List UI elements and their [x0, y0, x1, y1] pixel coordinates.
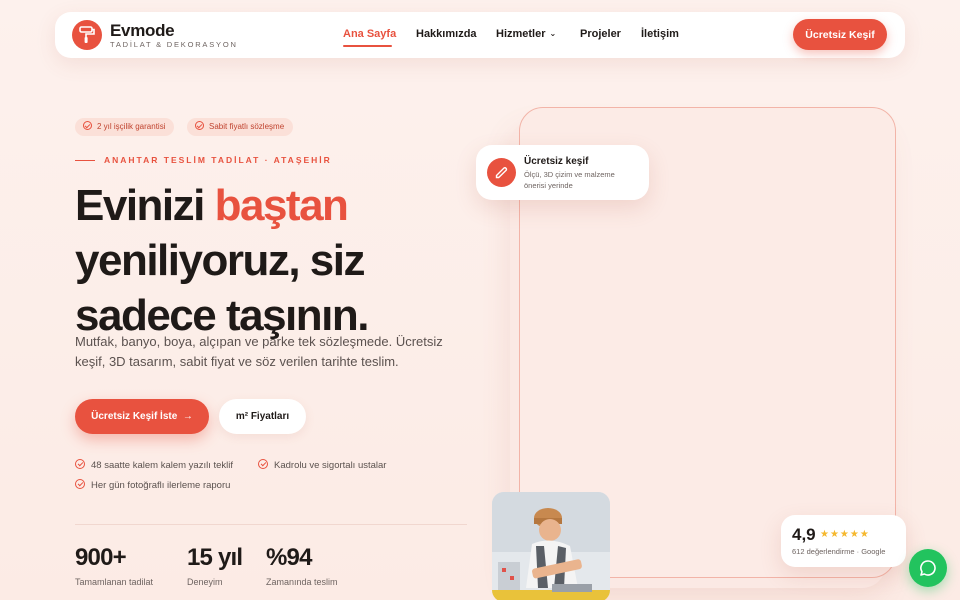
stat-value: 900+: [75, 544, 127, 571]
check-item: Her gün fotoğraflı ilerleme raporu: [75, 479, 230, 491]
check-item-label: Kadrolu ve sigortalı ustalar: [274, 460, 387, 471]
free-inspection-label: Ücretsiz Keşif İste: [91, 411, 178, 422]
float-card-subtitle: Ölçü, 3D çizim ve malzeme önerisi yerind…: [524, 170, 615, 190]
check-circle-icon: [75, 479, 85, 489]
site-header: Evmode TADİLAT & DEKORASYON Ana Sayfa Ha…: [55, 12, 905, 58]
nav-active-indicator: [343, 45, 392, 47]
nav-item-services-label: Hizmetler: [496, 28, 546, 40]
check-item-label: Her gün fotoğraflı ilerleme raporu: [91, 480, 231, 491]
stat-label: Tamamlanan tadilat: [75, 577, 154, 587]
badge-warranty-label: 2 yıl işçilik garantisi: [97, 122, 166, 131]
star-rating-icon: ★★★★★: [820, 529, 870, 540]
header-cta-button[interactable]: Ücretsiz Keşif: [793, 19, 887, 50]
eyebrow-line: [75, 160, 95, 161]
nav-item-services[interactable]: Hizmetler ⌄: [496, 28, 556, 40]
hero-title: Evinizi baştan yeniliyoruz, siz sadece t…: [75, 178, 495, 343]
hero-title-part1: Evinizi: [75, 181, 215, 230]
pen-ruler-icon: [495, 167, 508, 179]
chevron-down-icon: ⌄: [549, 29, 557, 38]
check-item: 48 saatte kalem kalem yazılı teklif: [75, 459, 233, 471]
hero-title-part2: yeniliyoruz, siz: [75, 236, 365, 285]
check-circle-icon: [83, 121, 92, 130]
arrow-right-icon: →: [180, 411, 193, 422]
stat-value: %94: [266, 544, 312, 571]
check-item-label: 48 saatte kalem kalem yazılı teklif: [91, 460, 234, 471]
rating-score: 4,9: [792, 525, 816, 544]
chat-button[interactable]: [909, 549, 947, 587]
brand-tagline: TADİLAT & DEKORASYON: [110, 40, 238, 49]
free-inspection-card: Ücretsiz keşif Ölçü, 3D çizim ve malzeme…: [476, 145, 649, 200]
check-circle-icon: [258, 459, 268, 469]
float-card-title: Ücretsiz keşif: [524, 156, 589, 167]
free-inspection-button[interactable]: Ücretsiz Keşif İste →: [75, 399, 209, 434]
stat-label: Zamanında teslim: [266, 577, 338, 587]
pen-ruler-icon-badge: [487, 158, 516, 187]
stat-label: Deneyim: [187, 577, 223, 587]
check-circle-icon: [195, 121, 204, 130]
badge-fixed-price: Sabit fiyatlı sözleşme: [187, 118, 294, 136]
nav-item-home[interactable]: Ana Sayfa: [343, 28, 396, 40]
badge-warranty: 2 yıl işçilik garantisi: [75, 118, 175, 136]
nav-item-projects[interactable]: Projeler: [580, 28, 621, 40]
logo-badge[interactable]: [72, 20, 102, 50]
worker-illustration: [492, 492, 610, 600]
nav-item-contact[interactable]: İletişim: [641, 28, 679, 40]
hero-eyebrow: ANAHTAR TESLİM TADİLAT · ATAŞEHİR: [104, 155, 332, 165]
paint-roller-icon: [79, 26, 95, 43]
check-item: Kadrolu ve sigortalı ustalar: [258, 459, 386, 471]
rating-card: 4,9 ★★★★★ 612 değerlendirme · Google: [781, 515, 906, 567]
brand-name[interactable]: Evmode: [110, 21, 175, 41]
stat-value: 15 yıl: [187, 544, 243, 571]
hero-title-accent: baştan: [214, 181, 349, 230]
chat-bubble-icon: [920, 560, 936, 576]
nav-item-about[interactable]: Hakkımızda: [416, 28, 477, 40]
stats-divider: [75, 524, 467, 525]
sqm-prices-button[interactable]: m² Fiyatları: [219, 399, 306, 434]
check-circle-icon: [75, 459, 85, 469]
badge-fixed-price-label: Sabit fiyatlı sözleşme: [209, 122, 285, 131]
rating-subtitle: 612 değerlendirme · Google: [792, 547, 886, 556]
hero-lead: Mutfak, banyo, boya, alçıpan ve parke te…: [75, 334, 443, 369]
worker-photo: [492, 492, 610, 600]
